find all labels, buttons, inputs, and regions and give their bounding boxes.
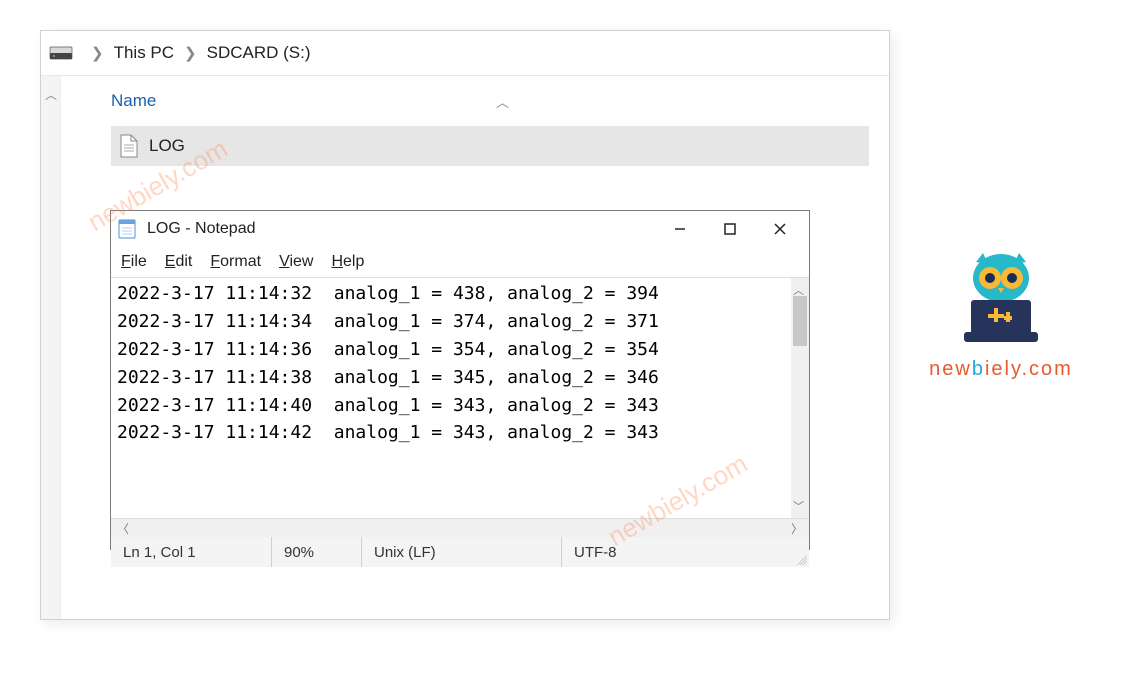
chevron-down-icon[interactable]: ﹀ xyxy=(793,498,804,514)
breadcrumb-item[interactable]: This PC xyxy=(114,43,174,63)
column-header-name[interactable]: Name ︿ xyxy=(111,76,889,126)
notepad-body: 2022-3-17 11:14:32 analog_1 = 438, analo… xyxy=(111,277,809,519)
menu-edit[interactable]: Edit xyxy=(165,253,193,271)
breadcrumb-item[interactable]: SDCARD (S:) xyxy=(207,43,311,63)
status-eol: Unix (LF) xyxy=(361,537,561,567)
menu-file[interactable]: File xyxy=(121,253,147,271)
drive-icon xyxy=(49,44,73,62)
notepad-icon xyxy=(117,218,139,240)
maximize-button[interactable] xyxy=(705,214,755,244)
chevron-up-icon: ︿ xyxy=(496,92,509,111)
chevron-left-icon[interactable]: 〈 xyxy=(117,520,129,537)
menu-help[interactable]: Help xyxy=(331,253,364,271)
status-zoom: 90% xyxy=(271,537,361,567)
vertical-scrollbar[interactable]: ︿ ﹀ xyxy=(791,278,809,518)
text-file-icon xyxy=(119,134,139,158)
file-name: LOG xyxy=(149,136,185,156)
chevron-right-icon: ❯ xyxy=(184,44,197,62)
owl-laptop-icon xyxy=(946,250,1056,350)
chevron-up-icon[interactable]: ︿ xyxy=(45,86,57,103)
breadcrumb[interactable]: ❯ This PC ❯ SDCARD (S:) xyxy=(41,31,889,76)
scrollbar-thumb[interactable] xyxy=(793,296,807,346)
chevron-right-icon[interactable]: 〉 xyxy=(791,520,803,537)
close-button[interactable] xyxy=(755,214,805,244)
explorer-scrollbar[interactable]: ︿ xyxy=(41,76,61,619)
resize-grip-icon[interactable] xyxy=(791,537,809,567)
status-position: Ln 1, Col 1 xyxy=(111,537,271,567)
chevron-right-icon: ❯ xyxy=(91,44,104,62)
status-encoding: UTF-8 xyxy=(561,537,791,567)
brand-text: newbiely.com xyxy=(929,358,1073,381)
horizontal-scrollbar[interactable]: 〈 〉 xyxy=(111,519,809,537)
brand-logo: newbiely.com xyxy=(926,250,1076,381)
window-title: LOG - Notepad xyxy=(147,220,655,238)
column-header-label: Name xyxy=(111,91,156,111)
menubar: File Edit Format View Help xyxy=(111,247,809,277)
minimize-button[interactable] xyxy=(655,214,705,244)
text-area[interactable]: 2022-3-17 11:14:32 analog_1 = 438, analo… xyxy=(111,278,791,518)
menu-view[interactable]: View xyxy=(279,253,313,271)
menu-format[interactable]: Format xyxy=(210,253,261,271)
statusbar: Ln 1, Col 1 90% Unix (LF) UTF-8 xyxy=(111,537,809,567)
file-row[interactable]: LOG xyxy=(111,126,869,166)
titlebar[interactable]: LOG - Notepad xyxy=(111,211,809,247)
window-controls xyxy=(655,214,805,244)
notepad-window: LOG - Notepad File Edit Format View Help… xyxy=(110,210,810,550)
